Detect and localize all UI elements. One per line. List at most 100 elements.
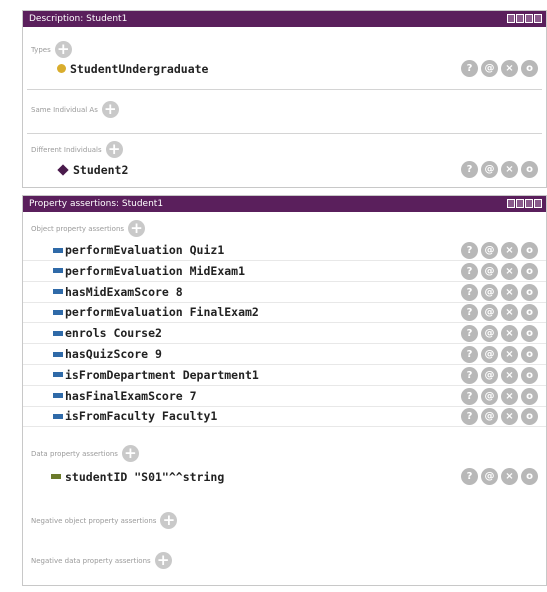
annotate-icon[interactable]: @: [481, 161, 498, 178]
same-individual-section: Same Individual As +: [31, 101, 119, 118]
annotate-icon[interactable]: @: [481, 366, 498, 384]
annotate-icon[interactable]: @: [481, 387, 498, 405]
info-icon[interactable]: ?: [461, 325, 478, 343]
edit-icon[interactable]: o: [521, 468, 538, 485]
object-property-row[interactable]: performEvaluation MidExam1? @ × o: [23, 261, 546, 282]
object-property-text: hasMidExamScore 8: [65, 284, 183, 299]
float-icon[interactable]: [516, 14, 524, 23]
info-icon[interactable]: ?: [461, 242, 478, 259]
row-icons: ? @ × o: [461, 366, 538, 384]
info-icon[interactable]: ?: [461, 304, 478, 322]
divider: [27, 89, 542, 90]
object-property-icon: [53, 351, 63, 357]
info-icon[interactable]: ?: [461, 60, 478, 77]
add-object-property-button[interactable]: +: [128, 220, 146, 237]
negative-data-label: Negative data property assertions: [31, 556, 151, 565]
object-property-row[interactable]: isFromDepartment Department1? @ × o: [23, 365, 546, 386]
delete-icon[interactable]: ×: [501, 161, 518, 178]
delete-icon[interactable]: ×: [501, 242, 518, 259]
different-individuals-section: Different Individuals +: [31, 141, 123, 158]
info-icon[interactable]: ?: [461, 283, 478, 301]
delete-icon[interactable]: ×: [501, 283, 518, 301]
pin-icon[interactable]: [507, 199, 515, 208]
annotate-icon[interactable]: @: [481, 304, 498, 322]
types-label: Types: [31, 45, 51, 54]
edit-icon[interactable]: o: [521, 60, 538, 77]
object-property-row[interactable]: performEvaluation FinalExam2? @ × o: [23, 302, 546, 324]
annotate-icon[interactable]: @: [481, 346, 498, 363]
annotate-icon[interactable]: @: [481, 60, 498, 77]
object-property-text: isFromFaculty Faculty1: [65, 409, 218, 424]
edit-icon[interactable]: o: [521, 262, 538, 280]
annotate-icon[interactable]: @: [481, 262, 498, 280]
class-dot-icon: [57, 64, 66, 73]
delete-icon[interactable]: ×: [501, 387, 518, 405]
types-section: Types +: [31, 41, 72, 58]
info-icon[interactable]: ?: [461, 346, 478, 363]
add-data-property-button[interactable]: +: [121, 445, 139, 462]
delete-icon[interactable]: ×: [501, 346, 518, 363]
info-icon[interactable]: ?: [461, 468, 478, 485]
info-icon[interactable]: ?: [461, 408, 478, 426]
edit-icon[interactable]: o: [521, 304, 538, 322]
object-property-text: hasQuizScore 9: [65, 347, 162, 361]
window-buttons: [507, 14, 542, 23]
object-property-row[interactable]: hasFinalExamScore 7? @ × o: [23, 386, 546, 407]
float-icon[interactable]: [516, 199, 524, 208]
annotate-icon[interactable]: @: [481, 408, 498, 426]
individual-diamond-icon: [57, 163, 69, 176]
maximize-icon[interactable]: [525, 14, 533, 23]
edit-icon[interactable]: o: [521, 161, 538, 178]
add-negative-data-property-button[interactable]: +: [154, 552, 172, 569]
delete-icon[interactable]: ×: [501, 366, 518, 384]
object-property-text: performEvaluation MidExam1: [65, 263, 246, 278]
annotate-icon[interactable]: @: [481, 283, 498, 301]
data-property-row[interactable]: studentID "S01"^^string ? @ × o: [23, 466, 546, 487]
edit-icon[interactable]: o: [521, 283, 538, 301]
add-different-individual-button[interactable]: +: [105, 141, 123, 158]
edit-icon[interactable]: o: [521, 325, 538, 343]
annotate-icon[interactable]: @: [481, 242, 498, 259]
delete-icon[interactable]: ×: [501, 325, 518, 343]
object-property-icon: [53, 393, 63, 399]
object-property-row[interactable]: hasQuizScore 9? @ × o: [23, 344, 546, 365]
pin-icon[interactable]: [507, 14, 515, 23]
object-property-icon: [53, 309, 63, 315]
add-negative-object-property-button[interactable]: +: [160, 512, 178, 529]
object-property-row[interactable]: performEvaluation Quiz1? @ × o: [23, 240, 546, 261]
info-icon[interactable]: ?: [461, 366, 478, 384]
property-title: Property assertions: Student1: [29, 199, 164, 209]
edit-icon[interactable]: o: [521, 366, 538, 384]
annotate-icon[interactable]: @: [481, 468, 498, 485]
close-icon[interactable]: [534, 14, 542, 23]
object-property-icon: [53, 247, 63, 253]
delete-icon[interactable]: ×: [501, 468, 518, 485]
annotate-icon[interactable]: @: [481, 325, 498, 343]
edit-icon[interactable]: o: [521, 346, 538, 363]
delete-icon[interactable]: ×: [501, 304, 518, 322]
edit-icon[interactable]: o: [521, 387, 538, 405]
type-row[interactable]: StudentUndergraduate ? @ × o: [23, 58, 546, 79]
individual-name: Student2: [73, 162, 129, 177]
info-icon[interactable]: ?: [461, 387, 478, 405]
object-property-text: performEvaluation Quiz1: [65, 243, 225, 257]
add-type-button[interactable]: +: [54, 41, 72, 58]
info-icon[interactable]: ?: [461, 262, 478, 280]
edit-icon[interactable]: o: [521, 408, 538, 426]
delete-icon[interactable]: ×: [501, 408, 518, 426]
delete-icon[interactable]: ×: [501, 60, 518, 77]
maximize-icon[interactable]: [525, 199, 533, 208]
description-title: Description: Student1: [29, 14, 128, 24]
delete-icon[interactable]: ×: [501, 262, 518, 280]
close-icon[interactable]: [534, 199, 542, 208]
info-icon[interactable]: ?: [461, 161, 478, 178]
object-property-row[interactable]: isFromFaculty Faculty1? @ × o: [23, 406, 546, 428]
object-property-icon: [53, 289, 63, 295]
edit-icon[interactable]: o: [521, 242, 538, 259]
add-same-individual-button[interactable]: +: [101, 101, 119, 118]
different-individual-row[interactable]: Student2 ? @ × o: [23, 159, 546, 180]
data-property-label: Data property assertions: [31, 449, 118, 458]
object-property-row[interactable]: enrols Course2? @ × o: [23, 323, 546, 345]
object-property-row[interactable]: hasMidExamScore 8? @ × o: [23, 282, 546, 303]
type-name: StudentUndergraduate: [70, 61, 209, 76]
